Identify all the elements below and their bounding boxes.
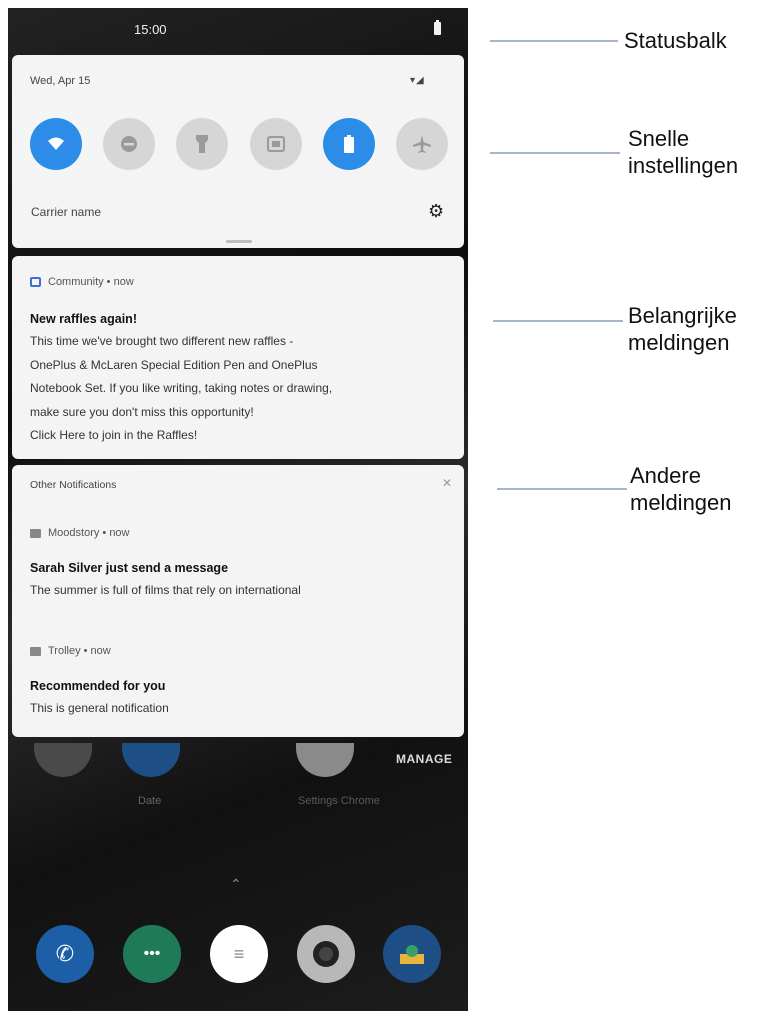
annotation-line xyxy=(490,40,618,42)
settings-app-icon[interactable] xyxy=(296,743,354,777)
status-time: 15:00 xyxy=(134,22,167,37)
phone-screen: 15:00 Wed, Apr 15 ▾◢ Carrier name ⚙ Comm… xyxy=(8,8,468,1011)
camera-icon[interactable] xyxy=(297,925,355,983)
annotation-line xyxy=(497,488,627,490)
flashlight-icon[interactable] xyxy=(176,118,228,170)
messages-icon[interactable]: ••• xyxy=(123,925,181,983)
manage-button[interactable]: MANAGE xyxy=(396,752,452,766)
airplane-mode-icon[interactable] xyxy=(396,118,448,170)
notification-app-name: Trolley • now xyxy=(48,645,111,657)
annotation-quick-settings-1: Snelle xyxy=(628,126,690,151)
panel-drag-handle[interactable] xyxy=(226,240,252,243)
do-not-disturb-icon[interactable] xyxy=(103,118,155,170)
other-notifications-header: Other Notifications xyxy=(30,479,117,491)
app-drawer-icon[interactable]: ≡ xyxy=(210,925,268,983)
important-notification[interactable]: Community • now New raffles again! This … xyxy=(12,256,464,459)
gear-icon[interactable]: ⚙ xyxy=(428,201,444,222)
screen-rotate-icon[interactable] xyxy=(250,118,302,170)
notification-app-name: Community • now xyxy=(48,276,134,288)
notification-body: The summer is full of films that rely on… xyxy=(30,583,301,597)
other-notifications-group: Other Notifications ✕ Moodstory • now Sa… xyxy=(12,465,464,737)
notification-title[interactable]: Recommended for you xyxy=(30,679,165,693)
annotation-line xyxy=(493,320,623,322)
wifi-signal-icon: ▾◢ xyxy=(410,75,425,86)
gallery-icon[interactable] xyxy=(383,925,441,983)
annotation-important-2: meldingen xyxy=(628,330,730,355)
notification-body-line: This time we've brought two different ne… xyxy=(30,334,294,348)
annotation-important-1: Belangrijke xyxy=(628,303,737,328)
notification-app-row: Trolley • now xyxy=(30,645,111,657)
notification-body-line: Notebook Set. If you like writing, takin… xyxy=(30,381,333,395)
battery-saver-icon[interactable] xyxy=(323,118,375,170)
home-app-label: Settings Chrome xyxy=(298,795,380,807)
phone-icon[interactable]: ✆ xyxy=(36,925,94,983)
annotation-other-1: Andere xyxy=(630,463,701,488)
battery-icon xyxy=(434,20,441,35)
status-bar: 15:00 xyxy=(8,8,468,50)
annotation-other-2: meldingen xyxy=(630,490,732,515)
calendar-app-icon[interactable] xyxy=(122,743,180,777)
community-app-icon xyxy=(30,277,41,287)
chevron-up-icon: ⌃ xyxy=(230,876,242,892)
message-app-icon xyxy=(30,646,41,656)
notification-app-row: Moodstory • now xyxy=(30,527,130,539)
annotation-statusbar: Statusbalk xyxy=(624,28,727,53)
close-icon[interactable]: ✕ xyxy=(442,476,452,490)
notification-app-row: Community • now xyxy=(30,276,134,288)
notification-body-line: OnePlus & McLaren Special Edition Pen an… xyxy=(30,357,318,372)
home-app-label: Date xyxy=(138,795,162,807)
notification-title[interactable]: Sarah Silver just send a message xyxy=(30,561,228,575)
annotation-line xyxy=(490,152,620,154)
notification-app-name: Moodstory • now xyxy=(48,527,130,539)
qs-date: Wed, Apr 15 xyxy=(30,75,91,87)
carrier-name: Carrier name xyxy=(31,205,102,219)
message-app-icon xyxy=(30,528,41,538)
annotation-quick-settings-2: instellingen xyxy=(628,153,739,178)
notification-body: This is general notification xyxy=(30,701,169,715)
notification-body: This time we've brought two different ne… xyxy=(30,330,450,448)
quick-settings-panel: Wed, Apr 15 ▾◢ Carrier name ⚙ xyxy=(12,55,464,248)
clock-app-icon[interactable] xyxy=(34,743,92,777)
wifi-icon[interactable] xyxy=(30,118,82,170)
notification-title: New raffles again! xyxy=(30,312,137,326)
notification-body-line: make sure you don't miss this opportunit… xyxy=(30,404,254,419)
notification-body-line[interactable]: Click Here to join in the Raffles! xyxy=(30,424,450,448)
